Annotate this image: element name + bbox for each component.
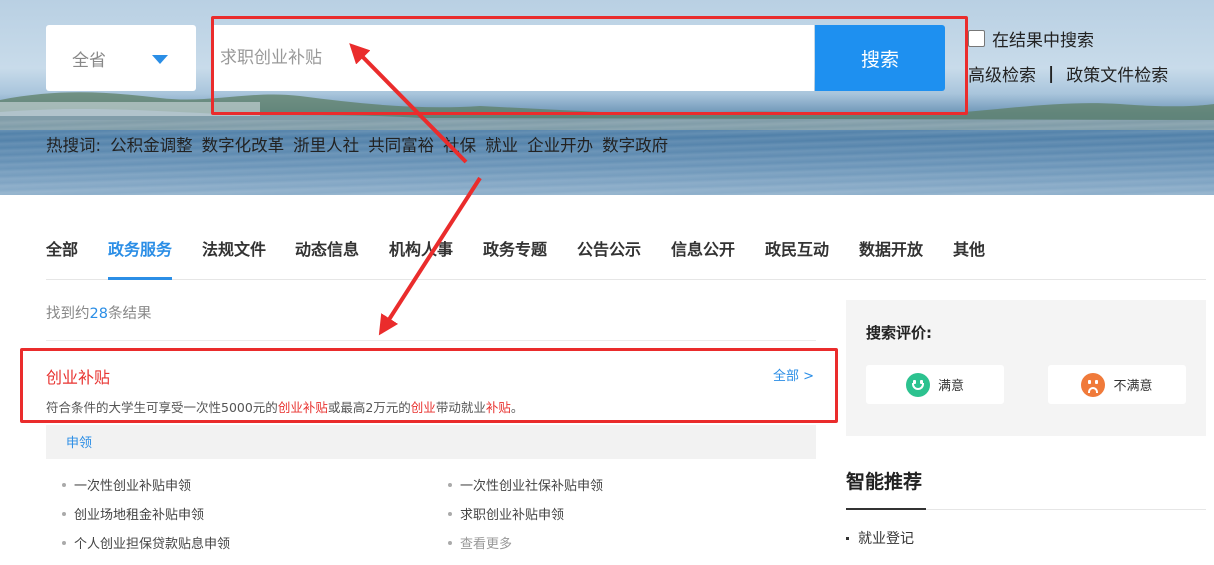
tab-interaction[interactable]: 政民互动 — [765, 236, 829, 260]
search-in-results-checkbox[interactable] — [968, 30, 985, 47]
search-evaluation-panel: 搜索评价: 满意 不满意 — [846, 300, 1206, 436]
hot-word[interactable]: 社保 — [443, 132, 476, 156]
chevron-down-icon — [152, 55, 168, 64]
province-value: 全省 — [72, 50, 106, 71]
bullet-icon — [448, 540, 452, 545]
service-link[interactable]: 个人创业担保贷款贴息申领 — [62, 533, 230, 552]
policy-docs-search-link[interactable]: 政策文件检索 — [1066, 61, 1168, 86]
search-in-results-option[interactable]: 在结果中搜索 — [968, 26, 1094, 51]
tab-news[interactable]: 动态信息 — [295, 236, 359, 260]
result-count-number: 28 — [89, 306, 108, 322]
hot-word[interactable]: 数字化改革 — [202, 132, 285, 156]
service-link[interactable]: 创业场地租金补贴申领 — [62, 504, 204, 523]
result-title[interactable]: 创业补贴 — [46, 364, 110, 388]
tab-personnel[interactable]: 机构人事 — [389, 236, 453, 260]
hot-word[interactable]: 公积金调整 — [110, 132, 193, 156]
tab-announcements[interactable]: 公告公示 — [577, 236, 641, 260]
apply-section-header: 申领 — [46, 425, 816, 459]
tab-regulations[interactable]: 法规文件 — [202, 236, 266, 260]
bullet-icon — [62, 540, 66, 545]
smile-icon — [905, 372, 930, 397]
hot-word[interactable]: 数字政府 — [602, 132, 668, 156]
recommend-item[interactable]: 就业登记 — [846, 528, 914, 548]
result-all-link[interactable]: 全部 > — [773, 365, 814, 384]
annotation-box-search — [211, 16, 968, 115]
bullet-icon — [448, 482, 452, 487]
result-card: 创业补贴 全部 > 符合条件的大学生可享受一次性5000元的创业补贴或最高2万元… — [20, 348, 838, 423]
tab-open-data[interactable]: 数据开放 — [859, 236, 923, 260]
apply-tab[interactable]: 申领 — [66, 432, 92, 451]
see-more-link[interactable]: 查看更多 — [448, 533, 512, 552]
result-count: 找到约28条结果 — [46, 306, 152, 322]
hot-word[interactable]: 共同富裕 — [368, 132, 434, 156]
active-tab-indicator — [108, 277, 172, 280]
bullet-icon — [62, 511, 66, 516]
service-link[interactable]: 求职创业补贴申领 — [448, 504, 564, 523]
tab-topics[interactable]: 政务专题 — [483, 236, 547, 260]
search-in-results-label: 在结果中搜索 — [992, 31, 1094, 51]
bullet-icon — [846, 536, 849, 540]
province-select[interactable]: 全省 — [46, 25, 196, 91]
hot-word[interactable]: 企业开办 — [527, 132, 593, 156]
satisfied-button[interactable]: 满意 — [866, 365, 1004, 404]
link-separator: | — [1048, 63, 1055, 84]
tab-other[interactable]: 其他 — [953, 236, 985, 260]
hot-search-words: 热搜词: 公积金调整 数字化改革 浙里人社 共同富裕 社保 就业 企业开办 数字… — [46, 132, 668, 156]
advanced-search-link[interactable]: 高级检索 — [968, 61, 1036, 86]
recommend-title: 智能推荐 — [846, 471, 923, 493]
tab-government-services[interactable]: 政务服务 — [108, 236, 172, 260]
unsatisfied-button[interactable]: 不满意 — [1048, 365, 1186, 404]
tab-all[interactable]: 全部 — [46, 236, 78, 260]
category-tabs: 全部 政务服务 法规文件 动态信息 机构人事 政务专题 公告公示 信息公开 政民… — [46, 228, 1206, 280]
tab-disclosure[interactable]: 信息公开 — [671, 236, 735, 260]
bullet-icon — [448, 511, 452, 516]
hot-word[interactable]: 就业 — [485, 132, 518, 156]
service-link[interactable]: 一次性创业社保补贴申领 — [448, 475, 603, 494]
advanced-links: 高级检索 | 政策文件检索 — [968, 61, 1168, 87]
evaluation-title: 搜索评价: — [866, 324, 932, 342]
hot-word[interactable]: 浙里人社 — [293, 132, 359, 156]
results-divider — [46, 340, 816, 341]
result-description: 符合条件的大学生可享受一次性5000元的创业补贴或最高2万元的创业带动就业补贴。 — [46, 400, 524, 415]
recommend-title-underline — [846, 508, 926, 510]
service-link[interactable]: 一次性创业补贴申领 — [62, 475, 191, 494]
hot-search-label: 热搜词: — [46, 136, 102, 155]
bullet-icon — [62, 482, 66, 487]
frown-icon — [1081, 372, 1106, 397]
